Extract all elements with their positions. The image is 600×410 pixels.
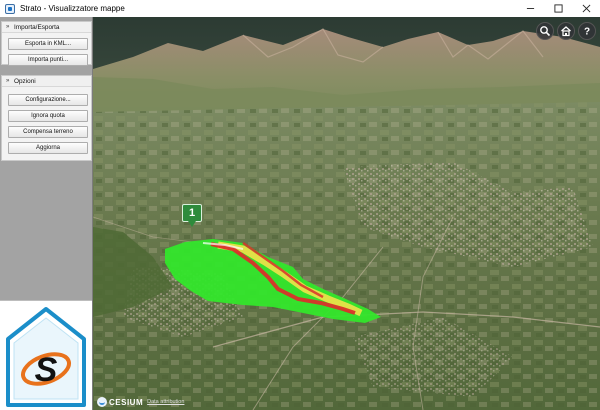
- close-button[interactable]: [572, 0, 600, 17]
- search-icon: [540, 26, 551, 37]
- map-credits: CESIUM Data attribution: [97, 397, 184, 407]
- app-icon: [5, 3, 15, 14]
- maximize-button[interactable]: [544, 0, 572, 17]
- map-toolbar: ?: [536, 22, 596, 40]
- help-icon: ?: [584, 27, 590, 38]
- ignore-altitude-button[interactable]: Ignora quota: [8, 110, 88, 122]
- collapse-chevron-icon: »: [6, 77, 10, 84]
- window-title: Strato - Visualizzatore mappe: [20, 4, 125, 13]
- strato-logo: S: [0, 300, 92, 410]
- configuration-button[interactable]: Configurazione...: [8, 94, 88, 106]
- help-button[interactable]: ?: [578, 22, 596, 40]
- title-bar: Strato - Visualizzatore mappe: [0, 0, 600, 17]
- close-icon: [582, 4, 590, 13]
- map-viewer[interactable]: 1 ? CESIUM Data attribution: [93, 17, 600, 410]
- window-controls: [516, 0, 600, 17]
- export-kml-button[interactable]: Esporta in KML...: [8, 38, 88, 50]
- cesium-icon: [97, 397, 107, 407]
- marker-pointer: [188, 221, 196, 227]
- minimize-button[interactable]: [516, 0, 544, 17]
- logo-letter: S: [35, 351, 58, 389]
- cesium-brand: CESIUM: [109, 397, 144, 407]
- panel-header-import-export[interactable]: » Importa/Esporta: [2, 22, 91, 33]
- terrain-3d-view[interactable]: [93, 17, 600, 410]
- minimize-icon: [526, 8, 534, 9]
- search-button[interactable]: [536, 22, 554, 40]
- collapse-chevron-icon: »: [6, 23, 10, 30]
- compensate-terrain-button[interactable]: Compensa terreno: [8, 126, 88, 138]
- home-button[interactable]: [557, 22, 575, 40]
- import-points-button[interactable]: Importa punti...: [8, 54, 88, 66]
- marker-label: 1: [182, 204, 202, 222]
- panel-options: » Opzioni Configurazione... Ignora quota…: [1, 75, 92, 161]
- panel-title: Opzioni: [14, 77, 36, 85]
- maximize-icon: [553, 4, 563, 13]
- panel-header-options[interactable]: » Opzioni: [2, 76, 91, 87]
- cesium-logo[interactable]: CESIUM: [97, 397, 143, 407]
- panel-import-export: » Importa/Esporta Esporta in KML... Impo…: [1, 21, 92, 66]
- home-icon: [561, 26, 571, 37]
- data-attribution-link[interactable]: Data attribution: [147, 399, 184, 405]
- panel-title: Importa/Esporta: [14, 23, 60, 31]
- svg-text:?: ?: [584, 27, 590, 38]
- refresh-button[interactable]: Aggiorna: [8, 142, 88, 154]
- point-marker[interactable]: 1: [182, 204, 202, 230]
